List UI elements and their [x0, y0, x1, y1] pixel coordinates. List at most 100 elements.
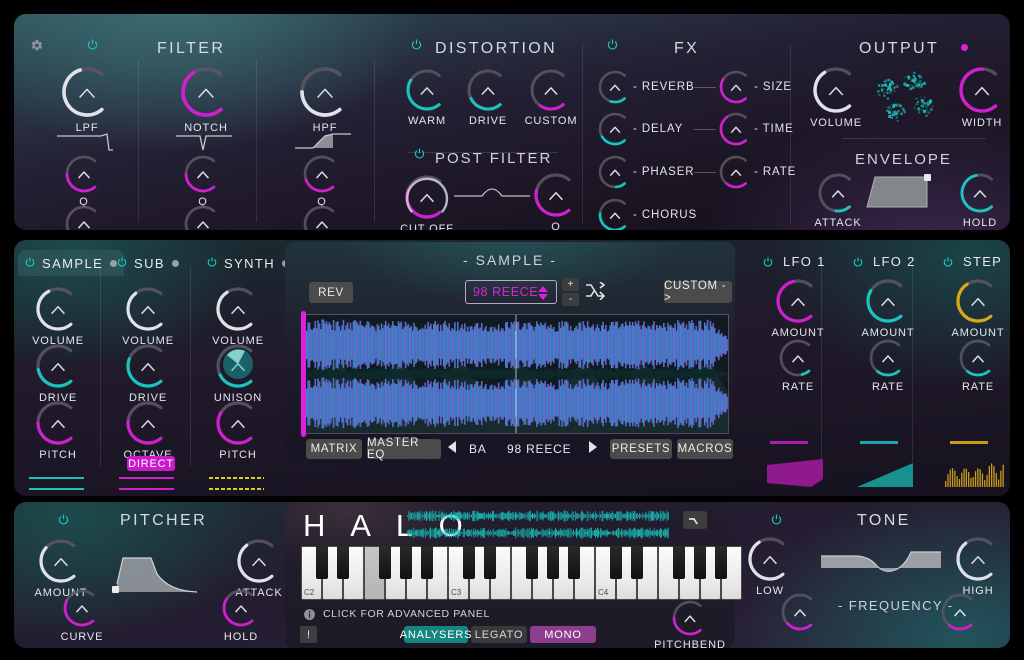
piano-black-key[interactable] — [610, 546, 622, 579]
tone-power-icon[interactable] — [771, 514, 782, 525]
pitcher-attack-knob[interactable]: ATTACK — [235, 538, 282, 599]
sub-modulation-slider[interactable] — [119, 488, 174, 490]
sample-power-icon[interactable] — [25, 254, 35, 272]
step-level-bar[interactable] — [950, 441, 988, 444]
toggle-mono[interactable]: MONO — [530, 626, 596, 643]
filter-notch-lfo-knob[interactable]: LFO — [183, 204, 223, 230]
toggle-analysers[interactable]: ANALYSERS — [400, 626, 471, 643]
output-width-knob[interactable]: WIDTH — [958, 66, 1006, 129]
synth-modulation-slider[interactable] — [209, 488, 264, 490]
post-filter-power-icon[interactable] — [414, 148, 425, 159]
rev-button[interactable]: REV — [309, 282, 353, 303]
sample-decrement-button[interactable]: - — [562, 293, 579, 306]
sub-drive-knob[interactable]: DRIVE — [125, 343, 171, 404]
synth-pitch-knob[interactable]: PITCH — [215, 400, 261, 461]
alert-button[interactable]: ! — [300, 626, 317, 643]
presets-button[interactable]: PRESETS — [610, 439, 672, 459]
sample-selector[interactable]: 98 REECE — [465, 280, 557, 304]
piano-black-key[interactable] — [631, 546, 643, 579]
piano-keyboard[interactable]: C2 C3 C4 — [301, 546, 742, 600]
filter-hpf-lfo-knob[interactable]: LFO — [302, 204, 342, 230]
gear-icon[interactable] — [29, 38, 44, 53]
filter-hpf-curve-display[interactable] — [295, 126, 353, 154]
pitchbend-knob[interactable]: PITCHBEND — [654, 599, 725, 648]
stepper-arrows-icon[interactable] — [538, 286, 548, 300]
source-tab-indicator[interactable] — [171, 259, 179, 267]
fx-chorus-knob[interactable] — [597, 197, 633, 230]
fx-phaser-knob[interactable] — [597, 154, 633, 190]
piano-black-key[interactable] — [379, 546, 391, 579]
tone-high-knob[interactable]: HIGH — [955, 536, 1001, 597]
chevron-left-icon[interactable] — [448, 441, 456, 453]
step-amount-knob[interactable]: AMOUNT — [951, 278, 1004, 339]
pitcher-curve-knob[interactable]: CURVE — [61, 588, 103, 643]
piano-black-key[interactable] — [316, 546, 328, 579]
sub-power-icon[interactable] — [117, 254, 127, 272]
fx-power-icon[interactable] — [607, 39, 618, 50]
waveform-display[interactable] — [305, 314, 729, 434]
synth-power-icon[interactable] — [207, 254, 217, 272]
shuffle-icon[interactable] — [683, 511, 707, 529]
preset-name[interactable]: 98 REECE — [507, 442, 571, 456]
fx-size-knob[interactable] — [718, 69, 754, 105]
sub-octave-knob[interactable]: OCTAVE — [124, 400, 172, 461]
sub-volume-knob[interactable]: VOLUME — [122, 286, 173, 347]
pitcher-amount-knob[interactable]: AMOUNT — [34, 538, 87, 599]
lfo-2-level-bar[interactable] — [860, 441, 898, 444]
synth-unison-knob[interactable]: UNISON — [214, 343, 261, 404]
lfo-1-rate-knob[interactable]: RATE — [778, 338, 818, 393]
sample-modulation-slider[interactable] — [29, 477, 84, 479]
pitcher-power-icon[interactable] — [58, 514, 69, 525]
lfo-1-level-bar[interactable] — [770, 441, 808, 444]
fx-delay-knob[interactable] — [597, 111, 633, 147]
matrix-button[interactable]: MATRIX — [306, 439, 362, 459]
master-eq-button[interactable]: MASTER EQ — [367, 437, 441, 461]
piano-black-key[interactable] — [400, 546, 412, 579]
fx-time-knob[interactable] — [718, 111, 754, 147]
filter-lpf-curve-display[interactable] — [57, 126, 115, 154]
piano-black-key[interactable] — [715, 546, 727, 579]
bank-label[interactable]: BA — [469, 442, 487, 456]
fx-reverb-knob[interactable] — [597, 69, 633, 105]
sub-modulation-slider[interactable] — [119, 477, 174, 479]
envelope-hold-knob[interactable]: HOLD — [959, 172, 1001, 229]
piano-black-key[interactable] — [526, 546, 538, 579]
piano-black-key[interactable] — [337, 546, 349, 579]
info-icon[interactable] — [303, 608, 316, 621]
lfo-2-waveform-shape[interactable] — [855, 457, 917, 491]
lfo-1-power-icon[interactable] — [763, 254, 773, 272]
distortion-warm-knob[interactable]: WARM — [405, 68, 449, 127]
filter-notch-knob[interactable]: NOTCH — [180, 66, 232, 134]
chevron-right-icon[interactable] — [589, 441, 597, 453]
macros-button[interactable]: MACROS — [677, 439, 733, 459]
post-filter-q-knob[interactable]: Q — [533, 172, 579, 230]
piano-black-key[interactable] — [421, 546, 433, 579]
step-rate-knob[interactable]: RATE — [958, 338, 998, 393]
fx-rate-knob[interactable] — [718, 154, 754, 190]
source-tab-sub[interactable]: SUB — [110, 250, 186, 276]
post-filter-cutoff-knob[interactable]: CUT OFF — [400, 174, 453, 230]
custom-button[interactable]: CUSTOM -> — [664, 280, 732, 304]
sample-pitch-knob[interactable]: PITCH — [35, 400, 81, 461]
filter-hpf-knob[interactable]: HPF — [299, 66, 351, 134]
advanced-panel-hint[interactable]: CLICK FOR ADVANCED PANEL — [323, 608, 490, 620]
shuffle-icon[interactable] — [585, 282, 605, 300]
source-tab-sample[interactable]: SAMPLE — [18, 250, 125, 276]
filter-hpf-q-knob[interactable]: Q — [302, 154, 342, 208]
tone-low-frequency-knob[interactable] — [780, 592, 820, 632]
filter-power-icon[interactable] — [87, 39, 98, 50]
pitcher-hold-knob[interactable]: HOLD — [221, 588, 261, 643]
step-power-icon[interactable] — [943, 254, 953, 272]
step-waveform-shape[interactable] — [945, 457, 1007, 491]
filter-notch-curve-display[interactable] — [176, 126, 234, 154]
sample-modulation-slider[interactable] — [29, 488, 84, 490]
lfo-2-amount-knob[interactable]: AMOUNT — [861, 278, 914, 339]
toggle-legato[interactable]: LEGATO — [471, 626, 527, 643]
piano-black-key[interactable] — [547, 546, 559, 579]
sample-volume-knob[interactable]: VOLUME — [32, 286, 83, 347]
sample-increment-button[interactable]: + — [562, 278, 579, 291]
lfo-2-rate-knob[interactable]: RATE — [868, 338, 908, 393]
piano-black-key[interactable] — [568, 546, 580, 579]
piano-black-key[interactable] — [484, 546, 496, 579]
filter-lpf-q-knob[interactable]: Q — [64, 154, 104, 208]
